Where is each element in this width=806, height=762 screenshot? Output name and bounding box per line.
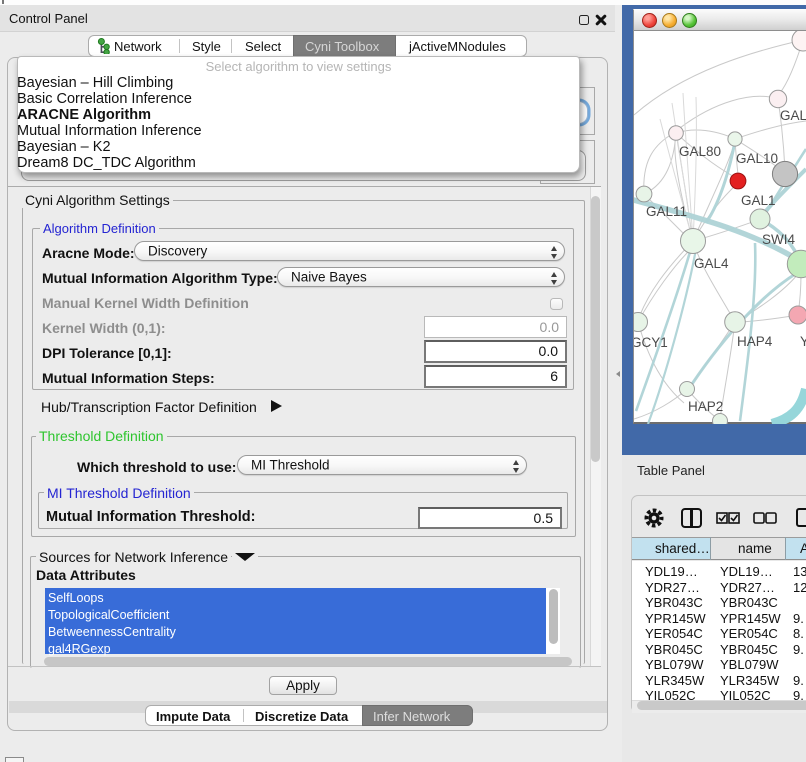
svg-text:GAL11: GAL11 [646,204,687,219]
svg-text:SWI4: SWI4 [762,232,795,247]
svg-text:GAL: GAL [780,108,806,123]
svg-text:GAL80: GAL80 [679,144,721,159]
svg-text:YD: YD [800,334,806,349]
svg-text:GAL4: GAL4 [694,256,729,271]
svg-text:GAL1: GAL1 [741,193,776,208]
svg-text:GCY1: GCY1 [634,335,668,350]
svg-text:GAL10: GAL10 [736,151,778,166]
svg-text:HAP2: HAP2 [688,399,723,414]
svg-text:HAP4: HAP4 [737,334,773,349]
